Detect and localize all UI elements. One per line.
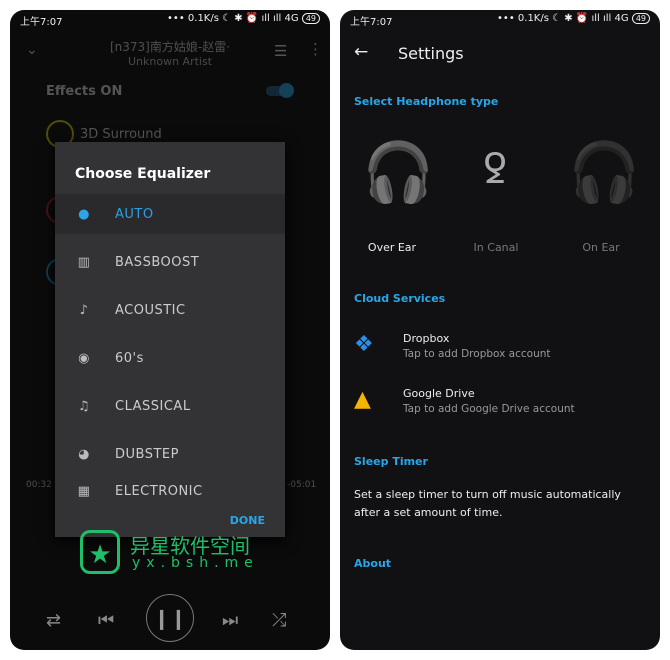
pause-button[interactable]: ❙❙: [146, 594, 194, 642]
headphone-section-title: Select Headphone type: [354, 95, 499, 108]
eq-item-dubstep[interactable]: ◕ DUBSTEP: [55, 434, 285, 474]
status-time: 上午7:07: [20, 17, 63, 28]
collapse-chevron-icon[interactable]: ⌄: [26, 42, 38, 58]
dialog-title: Choose Equalizer: [75, 166, 211, 182]
cloud-section-title: Cloud Services: [354, 292, 446, 305]
previous-icon[interactable]: ⏮: [98, 610, 114, 631]
status-indicators: ••• 0.1K/s ☾ ✱ ⏰ ıll ıll 4G 49: [167, 13, 320, 29]
shuffle-icon[interactable]: ⤮: [272, 610, 286, 631]
eq-item-60s[interactable]: ◉ 60's: [55, 338, 285, 378]
eq-item-acoustic[interactable]: ♪ ACOUSTIC: [55, 290, 285, 330]
keyboard-icon: ▦: [77, 484, 91, 499]
amp-icon: ▥: [77, 255, 91, 270]
watermark-url: yx.bsh.me: [132, 555, 259, 571]
page-title: Settings: [398, 44, 464, 63]
speaker-icon: ◕: [78, 447, 90, 462]
more-icon[interactable]: ⋮: [308, 40, 323, 58]
settings-screen: 上午7:07 ••• 0.1K/s ☾ ✱ ⏰ ıll ıll 4G 49 ← S…: [340, 10, 660, 650]
google-drive-icon: ▲: [354, 387, 371, 412]
about-title[interactable]: About: [354, 557, 391, 570]
next-icon[interactable]: ⏭: [222, 610, 238, 631]
on-ear-headphone-icon[interactable]: 🎧: [568, 138, 640, 220]
sleep-timer-title[interactable]: Sleep Timer: [354, 455, 428, 468]
eq-item-electronic[interactable]: ▦ ELECTRONIC: [55, 476, 285, 506]
google-drive-item[interactable]: ▲ Google Drive Tap to add Google Drive acc…: [354, 387, 575, 415]
vinyl-icon: ◉: [78, 351, 90, 366]
on-ear-label[interactable]: On Ear: [561, 241, 641, 254]
song-artist: Unknown Artist: [127, 55, 213, 68]
eq-item-bassboost[interactable]: ▥ BASSBOOST: [55, 242, 285, 282]
repeat-icon[interactable]: ⇄: [46, 610, 61, 631]
effects-label: Effects ON: [46, 84, 123, 99]
over-ear-headphone-icon[interactable]: 🎧: [362, 138, 434, 220]
song-title: [n373]南方姑娘-赵雷·: [109, 40, 231, 54]
equalizer-dialog: Choose Equalizer ● AUTO ▥ BASSBOOST ♪ ACOUS…: [55, 142, 285, 537]
watermark-logo: ★: [80, 530, 120, 574]
status-bar: 上午7:07 ••• 0.1K/s ☾ ✱ ⏰ ıll ıll 4G 49: [20, 13, 320, 29]
violin-icon: ♫: [77, 399, 91, 414]
in-canal-earphone-icon[interactable]: ꝿ: [470, 140, 520, 220]
eq-item-classical[interactable]: ♫ CLASSICAL: [55, 386, 285, 426]
eq-item-auto[interactable]: ● AUTO: [55, 194, 285, 234]
surround-label: 3D Surround: [80, 127, 162, 142]
auto-icon: ●: [78, 207, 90, 222]
over-ear-label[interactable]: Over Ear: [352, 241, 432, 254]
status-bar: 上午7:07 ••• 0.1K/s ☾ ✱ ⏰ ıll ıll 4G 49: [350, 13, 650, 29]
done-button[interactable]: DONE: [230, 514, 265, 527]
remaining-time: -05:01: [287, 480, 317, 490]
player-screen: 上午7:07 ••• 0.1K/s ☾ ✱ ⏰ ıll ıll 4G 49 ⌄ […: [10, 10, 330, 650]
guitar-icon: ♪: [79, 303, 89, 318]
dropbox-icon: ❖: [354, 332, 374, 357]
back-arrow-icon[interactable]: ←: [354, 42, 368, 62]
dropbox-item[interactable]: ❖ Dropbox Tap to add Dropbox account: [354, 332, 551, 360]
elapsed-time: 00:32: [26, 480, 52, 490]
sleep-timer-description[interactable]: Set a sleep timer to turn off music auto…: [354, 486, 644, 522]
in-canal-label[interactable]: In Canal: [456, 241, 536, 254]
effects-toggle[interactable]: [266, 83, 294, 98]
queue-icon[interactable]: ☰: [274, 42, 287, 60]
